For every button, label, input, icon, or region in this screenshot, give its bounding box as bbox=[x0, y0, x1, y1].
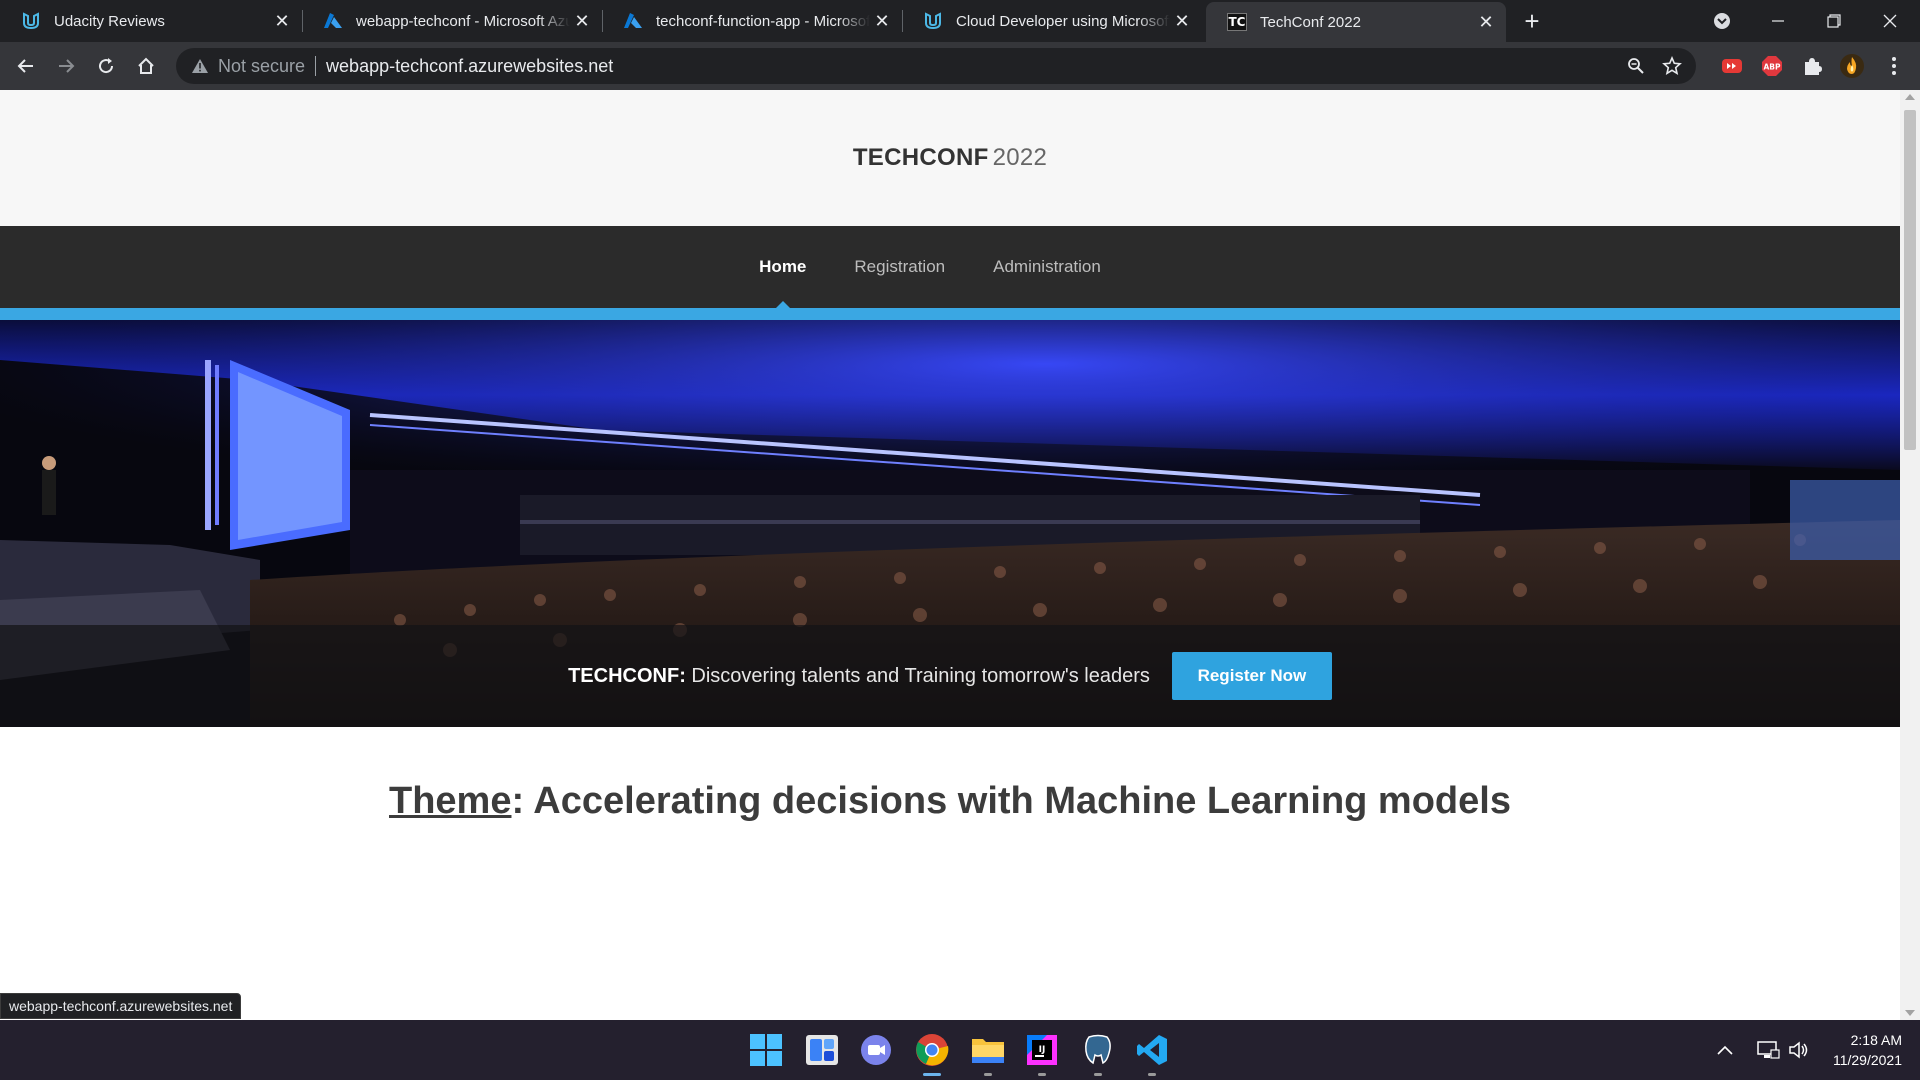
teams-chat-icon[interactable] bbox=[856, 1030, 896, 1070]
restore-icon[interactable] bbox=[1806, 0, 1862, 42]
security-label[interactable]: Not secure bbox=[218, 56, 305, 77]
tagline-brand: TECHCONF: bbox=[568, 664, 686, 687]
close-icon[interactable]: ✕ bbox=[570, 9, 594, 33]
url-text[interactable]: webapp-techconf.azurewebsites.net bbox=[326, 56, 613, 77]
site-header: TECHCONF 2022 bbox=[0, 90, 1900, 226]
azure-icon bbox=[622, 10, 644, 32]
tab-techconf-function-app[interactable]: techconf-function-app - Microsoft Azure … bbox=[602, 0, 902, 42]
new-tab-button[interactable]: + bbox=[1518, 6, 1546, 36]
tab-title: Cloud Developer using Microsoft Azure bbox=[956, 12, 1170, 30]
scrollbar-thumb[interactable] bbox=[1904, 110, 1916, 450]
tab-title: TechConf 2022 bbox=[1260, 13, 1361, 31]
hero-tagline: TECHCONF: Discovering talents and Traini… bbox=[568, 665, 1150, 688]
nav-home[interactable]: Home bbox=[759, 226, 806, 308]
puzzle-icon[interactable] bbox=[1798, 52, 1826, 80]
status-url-bubble: webapp-techconf.azurewebsites.net bbox=[0, 993, 242, 1019]
close-icon[interactable]: ✕ bbox=[1474, 10, 1498, 34]
azure-icon bbox=[322, 10, 344, 32]
page-viewport: TECHCONF 2022 Home Registration Administr… bbox=[0, 90, 1920, 1020]
close-window-icon[interactable] bbox=[1862, 0, 1918, 42]
file-explorer-icon[interactable] bbox=[968, 1030, 1008, 1076]
tray-overflow-icon[interactable] bbox=[1716, 1020, 1734, 1080]
vscode-icon[interactable] bbox=[1132, 1030, 1172, 1076]
nav-accent-bar bbox=[0, 308, 1900, 320]
tab-search-icon[interactable] bbox=[1694, 0, 1750, 42]
browser-toolbar: Not secure webapp-techconf.azurewebsites… bbox=[0, 42, 1920, 90]
theme-label: Theme bbox=[389, 780, 512, 822]
adblock-plus-icon[interactable]: ABP bbox=[1758, 52, 1786, 80]
forward-icon[interactable] bbox=[50, 50, 82, 82]
scroll-up-arrow-icon[interactable] bbox=[1905, 94, 1915, 100]
techconf-favicon-text: TC bbox=[1227, 13, 1247, 31]
network-icon[interactable] bbox=[1756, 1020, 1780, 1080]
svg-text:IJ: IJ bbox=[1039, 1045, 1046, 1055]
taskbar-clock[interactable]: 2:18 AM 11/29/2021 bbox=[1833, 1030, 1902, 1070]
page-scrollbar[interactable] bbox=[1900, 90, 1920, 1020]
nav-registration[interactable]: Registration bbox=[854, 226, 945, 308]
adblock-plus-label: ABP bbox=[1763, 63, 1781, 72]
udacity-icon bbox=[20, 10, 42, 32]
site-logo[interactable]: TECHCONF 2022 bbox=[853, 144, 1047, 172]
clock-time: 2:18 AM bbox=[1850, 1032, 1902, 1048]
volume-icon[interactable] bbox=[1788, 1020, 1810, 1080]
minimize-icon[interactable] bbox=[1750, 0, 1806, 42]
chrome-menu-icon[interactable] bbox=[1880, 52, 1908, 80]
tab-udacity-reviews[interactable]: Udacity Reviews ✕ bbox=[0, 0, 302, 42]
intellij-icon[interactable]: IJ bbox=[1022, 1030, 1062, 1076]
omnibox-actions bbox=[1622, 52, 1686, 80]
register-now-button[interactable]: Register Now bbox=[1171, 652, 1332, 700]
nav-administration[interactable]: Administration bbox=[993, 226, 1101, 308]
running-app-indicator bbox=[1038, 1073, 1046, 1076]
tagline-text: Discovering talents and Training tomorro… bbox=[685, 664, 1150, 687]
theme-text: : Accelerating decisions with Machine Le… bbox=[511, 780, 1511, 822]
windows-taskbar: IJ 2:18 AM 11/29/2021 bbox=[0, 1020, 1920, 1080]
udacity-icon bbox=[922, 10, 944, 32]
omnibox-divider bbox=[315, 56, 317, 76]
widgets-icon[interactable] bbox=[802, 1030, 842, 1070]
browser-tabstrip: Udacity Reviews ✕ webapp-techconf - Micr… bbox=[0, 0, 1920, 42]
close-icon[interactable]: ✕ bbox=[870, 9, 894, 33]
hero-banner: TECHCONF: Discovering talents and Traini… bbox=[0, 320, 1900, 727]
active-app-indicator bbox=[923, 1073, 941, 1076]
zoom-icon[interactable] bbox=[1622, 52, 1650, 80]
hero-tagline-band: TECHCONF: Discovering talents and Traini… bbox=[0, 625, 1900, 727]
running-app-indicator bbox=[984, 1073, 992, 1076]
warning-icon[interactable] bbox=[190, 56, 210, 76]
home-icon[interactable] bbox=[130, 50, 162, 82]
address-bar[interactable]: Not secure webapp-techconf.azurewebsites… bbox=[176, 48, 1696, 84]
scroll-down-arrow-icon[interactable] bbox=[1905, 1010, 1915, 1016]
close-icon[interactable]: ✕ bbox=[1170, 9, 1194, 33]
profile-icon[interactable] bbox=[1838, 52, 1866, 80]
back-icon[interactable] bbox=[10, 50, 42, 82]
clock-date: 11/29/2021 bbox=[1832, 1052, 1902, 1068]
tab-title: Udacity Reviews bbox=[54, 12, 165, 30]
running-app-indicator bbox=[1094, 1073, 1102, 1076]
tab-cloud-developer[interactable]: Cloud Developer using Microsoft Azure ✕ bbox=[902, 0, 1202, 42]
techconf-favicon: TC bbox=[1226, 11, 1248, 33]
running-app-indicator bbox=[1148, 1073, 1156, 1076]
windows-start-icon[interactable] bbox=[746, 1030, 786, 1070]
tab-title: webapp-techconf - Microsoft Azure bbox=[356, 12, 570, 30]
tab-webapp-techconf[interactable]: webapp-techconf - Microsoft Azure ✕ bbox=[302, 0, 602, 42]
tab-techconf-2022[interactable]: TC TechConf 2022 ✕ bbox=[1206, 2, 1506, 42]
chrome-icon[interactable] bbox=[912, 1030, 952, 1076]
main-navigation: Home Registration Administration bbox=[0, 226, 1900, 308]
logo-title: TECHCONF bbox=[852, 144, 989, 171]
theme-heading: Theme: Accelerating decisions with Machi… bbox=[0, 780, 1900, 823]
postgres-icon[interactable] bbox=[1078, 1030, 1118, 1076]
close-icon[interactable]: ✕ bbox=[270, 9, 294, 33]
youtube-extension-icon[interactable] bbox=[1718, 52, 1746, 80]
reload-icon[interactable] bbox=[90, 50, 122, 82]
bookmark-star-icon[interactable] bbox=[1658, 52, 1686, 80]
tab-title: techconf-function-app - Microsoft Azure bbox=[656, 12, 870, 30]
logo-year: 2022 bbox=[992, 144, 1048, 171]
